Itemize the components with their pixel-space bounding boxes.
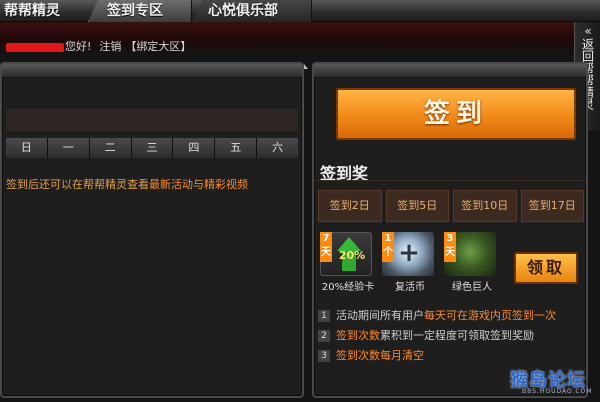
reward-item-green-giant: 3天 绿色巨人: [442, 232, 498, 294]
exp-percent: 20%: [338, 249, 366, 262]
weekday-tue: 二: [89, 138, 132, 158]
signin-day-tab[interactable]: 签到17日: [520, 190, 584, 222]
panel-header-strip: [314, 64, 586, 78]
weekday-fri: 五: [215, 138, 258, 158]
weekday-wed: 三: [131, 138, 174, 158]
weekday-mon: 一: [47, 138, 90, 158]
logout-link[interactable]: 注销: [99, 40, 121, 53]
signin-day-tab[interactable]: 签到10日: [453, 190, 517, 222]
duration-badge: 7天: [320, 232, 332, 262]
tip-mid: 与: [193, 178, 204, 191]
signin-day-tab[interactable]: 签到5日: [385, 190, 449, 222]
top-tab-bar: 帮帮精灵 签到专区 心悦俱乐部: [0, 0, 600, 22]
duration-badge: 3天: [444, 232, 456, 262]
user-bar: 您好! 注销 【绑定大区】: [0, 22, 574, 69]
tip-prefix: 签到后还可以在帮帮精灵查看: [6, 178, 149, 191]
divider: [314, 180, 586, 181]
signin-day-tab[interactable]: 签到2日: [318, 190, 382, 222]
calendar-panel: 日 一 二 三 四 五 六 签到后还可以在帮帮精灵查看最新活动与精彩视频: [0, 62, 304, 398]
double-chevron-left-icon: «: [584, 24, 592, 38]
redacted-username: [6, 42, 64, 52]
signin-button[interactable]: 签到: [336, 88, 576, 140]
tab-xinyue-club[interactable]: 心悦俱乐部: [192, 0, 312, 22]
rule-item: 3 签到次数每月清空: [318, 346, 588, 366]
item-label: 20%经验卡: [321, 282, 375, 293]
claim-button[interactable]: 领取: [514, 252, 578, 284]
calendar-month-header: [6, 109, 298, 131]
rule-highlight: 签到次数每月清空: [336, 349, 424, 362]
rules-list: 1 活动期间所有用户每天可在游戏内页签到一次 2 签到次数累积到一定程度可领取签到奖…: [318, 306, 588, 366]
quantity-badge: 1个: [382, 232, 394, 262]
weekday-sun: 日: [6, 138, 48, 158]
bind-region-link[interactable]: 【绑定大区】: [125, 40, 191, 53]
rule-number: 3: [318, 350, 330, 362]
rule-text: 活动期间所有用户: [336, 309, 424, 322]
weekday-row: 日 一 二 三 四 五 六: [6, 138, 299, 158]
reward-item-revive-coin: + 1个 复活币: [380, 232, 436, 294]
signin-days-row: 签到2日 签到5日 签到10日 签到17日: [318, 190, 584, 222]
tab-helper-sprite[interactable]: 帮帮精灵: [0, 0, 88, 22]
rule-number: 2: [318, 330, 330, 342]
signin-tip: 签到后还可以在帮帮精灵查看最新活动与精彩视频: [6, 176, 248, 192]
rule-number: 1: [318, 310, 330, 322]
featured-video-link[interactable]: 精彩视频: [204, 178, 248, 191]
signin-panel: 签到 签到奖 签到2日 签到5日 签到10日 签到17日 20% 7天 20%经…: [312, 62, 588, 398]
item-label: 绿色巨人: [452, 282, 492, 293]
rule-item: 2 签到次数累积到一定程度可领取签到奖励: [318, 326, 588, 346]
tab-signin-zone[interactable]: 签到专区: [88, 0, 192, 22]
weekday-thu: 四: [173, 138, 216, 158]
plus-icon: +: [398, 238, 420, 268]
greeting-text: 您好!: [65, 40, 92, 53]
site-watermark-url: BBS.HOUDAO.COM: [522, 388, 593, 395]
reward-item-exp-card: 20% 7天 20%经验卡: [318, 232, 374, 294]
item-label: 复活币: [395, 282, 425, 293]
user-line: 您好! 注销 【绑定大区】: [6, 38, 191, 54]
rule-item: 1 活动期间所有用户每天可在游戏内页签到一次: [318, 306, 588, 326]
panel-header-strip: [2, 64, 302, 78]
weekday-sat: 六: [257, 138, 299, 158]
rule-highlight: 每天可在游戏内页签到一次: [424, 309, 556, 322]
latest-activity-link[interactable]: 最新活动: [149, 178, 193, 191]
rule-text: 累积到一定程度可领取签到奖励: [380, 329, 534, 342]
rule-highlight: 签到次数: [336, 329, 380, 342]
